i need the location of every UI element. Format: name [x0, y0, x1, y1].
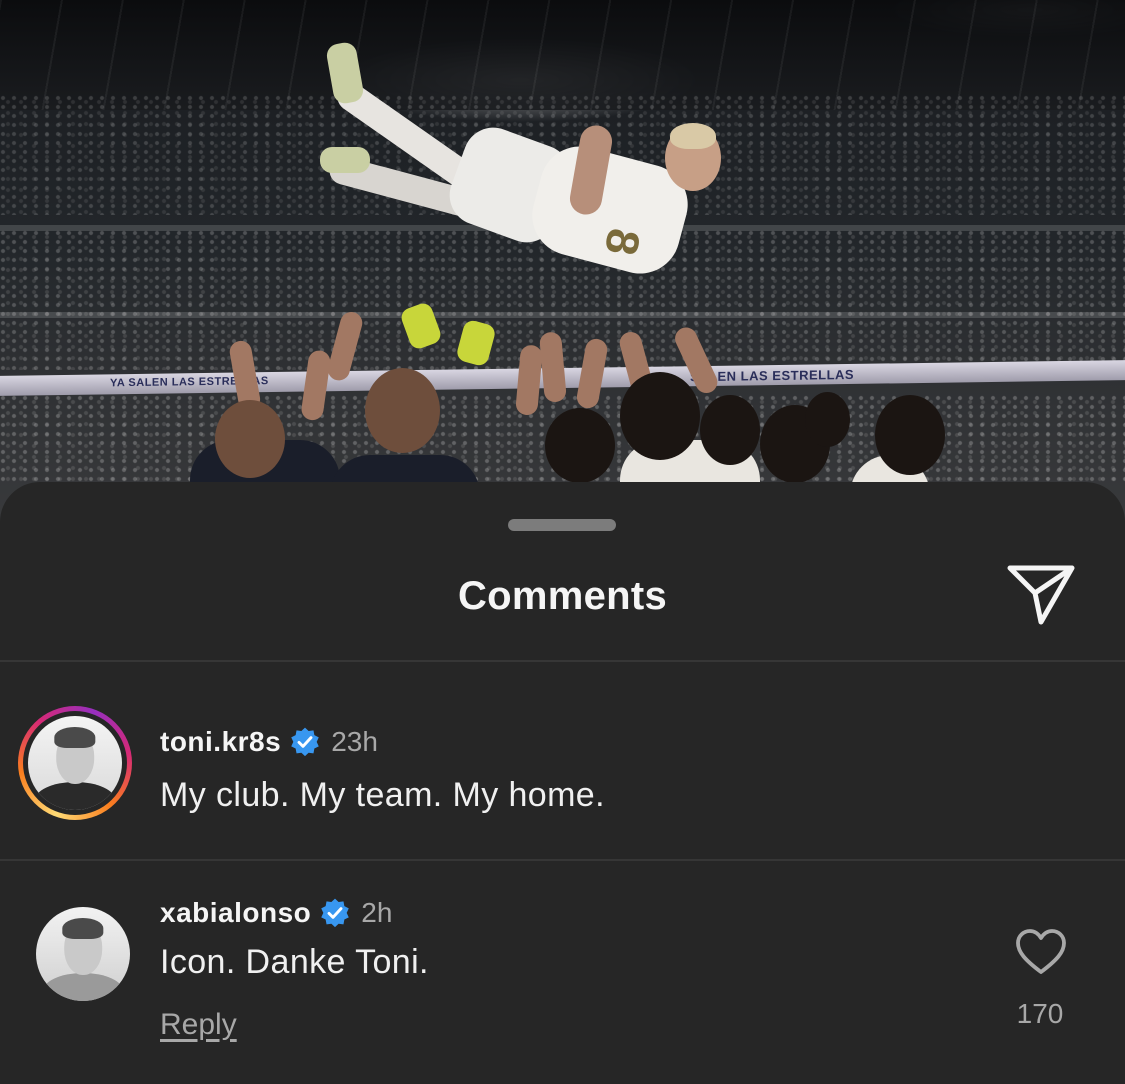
username[interactable]: toni.kr8s — [160, 726, 281, 758]
screen: YA SALEN LAS ESTRELLAS SALEN LAS ESTRELL… — [0, 0, 1125, 1084]
comments-sheet: Comments toni.kr8s 23h My club. My team.… — [0, 482, 1125, 1084]
verified-badge-icon — [321, 898, 350, 928]
avatar[interactable] — [36, 907, 130, 1001]
stand-tier — [0, 312, 1125, 318]
comment-meta: xabialonso 2h — [160, 897, 392, 929]
post-photo: YA SALEN LAS ESTRELLAS SALEN LAS ESTRELL… — [0, 0, 1125, 560]
comment-item: toni.kr8s 23h My club. My team. My home. — [0, 704, 1125, 824]
like-button[interactable] — [1015, 928, 1067, 976]
comment-meta: toni.kr8s 23h — [160, 726, 378, 758]
share-button[interactable] — [1005, 562, 1077, 628]
story-ring[interactable] — [18, 706, 132, 820]
avatar — [28, 716, 122, 810]
comment-item: xabialonso 2h Icon. Danke Toni. Reply 17… — [0, 897, 1125, 1084]
comment-text: Icon. Danke Toni. — [160, 943, 429, 981]
timestamp: 2h — [361, 897, 393, 928]
divider — [0, 660, 1125, 662]
username[interactable]: xabialonso — [160, 897, 311, 929]
like-count: 170 — [1016, 998, 1064, 1029]
timestamp: 23h — [331, 726, 378, 757]
player-in-air: 8 — [320, 35, 721, 285]
paper-plane-icon — [1007, 565, 1075, 625]
verified-badge-icon — [291, 727, 319, 757]
divider — [0, 859, 1125, 861]
heart-outline-icon — [1016, 929, 1066, 974]
sheet-title: Comments — [457, 574, 668, 618]
comment-text: My club. My team. My home. — [160, 776, 605, 814]
sheet-grabber[interactable] — [508, 519, 616, 531]
reply-button[interactable]: Reply — [160, 1008, 237, 1042]
